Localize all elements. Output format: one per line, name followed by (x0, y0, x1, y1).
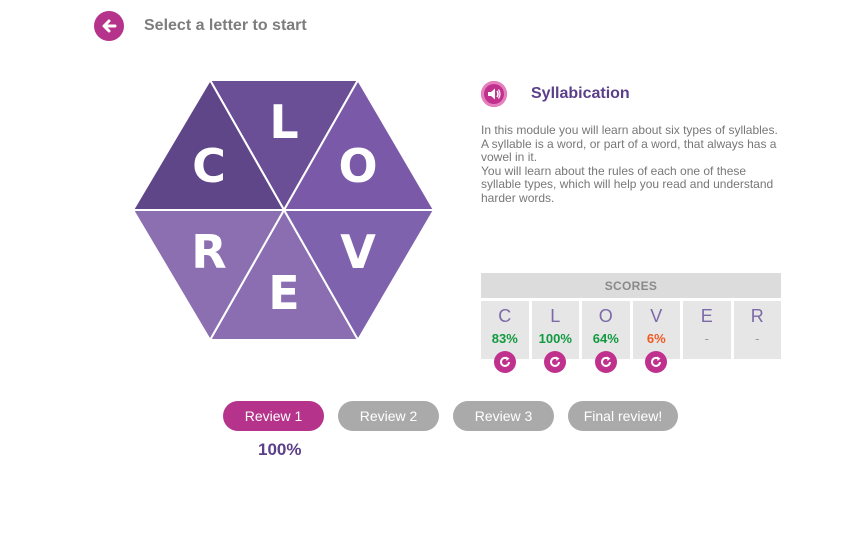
score-cell-o: O 64% (582, 301, 630, 373)
module-description-rules: You will learn about the rules of each o… (481, 163, 774, 205)
hex-letter-r: R (191, 225, 226, 279)
score-letter: L (550, 306, 561, 326)
retry-button-v[interactable] (645, 351, 668, 373)
module-description-intro: In this module you will learn about six … (481, 123, 778, 164)
retry-button-l[interactable] (544, 351, 567, 373)
score-cell-v: V 6% (632, 301, 680, 373)
score-letter: R (750, 306, 764, 326)
hex-letter-o: O (338, 139, 377, 193)
review-1-button[interactable]: Review 1 (223, 401, 324, 431)
arrow-left-icon (102, 19, 117, 33)
review-score: 100% (258, 440, 302, 459)
score-value: 83% (491, 331, 518, 346)
score-letter: C (498, 306, 512, 326)
refresh-icon (550, 356, 561, 367)
score-cell-r: R - (733, 301, 781, 359)
refresh-icon (651, 356, 662, 367)
score-letter: V (650, 306, 663, 326)
score-cell-e: E - (683, 301, 731, 359)
hex-letter-l: L (269, 95, 298, 149)
audio-button[interactable] (481, 81, 507, 107)
retry-button-o[interactable] (594, 351, 617, 373)
review-2-button[interactable]: Review 2 (338, 401, 439, 431)
scores-panel: SCORES C 83% L 100% O 64% V 6% E - R - (481, 273, 781, 373)
score-value: 100% (538, 331, 572, 346)
score-value: 6% (646, 331, 666, 346)
letter-hexagon: L O V E R C (133, 80, 435, 342)
back-button[interactable] (94, 11, 124, 41)
retry-button-c[interactable] (493, 351, 516, 373)
hex-letter-v: V (340, 225, 376, 279)
score-cell-c: C 83% (481, 301, 529, 373)
score-letter: O (598, 306, 613, 326)
score-value: - (755, 331, 760, 346)
module-title: Syllabication (531, 85, 630, 102)
scores-header: SCORES (481, 273, 781, 298)
hex-letter-c: C (192, 139, 226, 193)
hex-letter-e: E (268, 266, 299, 320)
module-description: In this module you will learn about six … (481, 123, 786, 205)
final-review-button[interactable]: Final review! (568, 401, 678, 431)
score-cell-l: L 100% (531, 301, 579, 373)
refresh-icon (499, 356, 510, 367)
score-letter: E (700, 306, 713, 326)
score-value: - (704, 331, 709, 346)
speaker-icon (488, 88, 501, 100)
refresh-icon (600, 356, 611, 367)
score-value: 64% (592, 331, 619, 346)
page-title: Select a letter to start (144, 17, 307, 34)
review-3-button[interactable]: Review 3 (453, 401, 554, 431)
